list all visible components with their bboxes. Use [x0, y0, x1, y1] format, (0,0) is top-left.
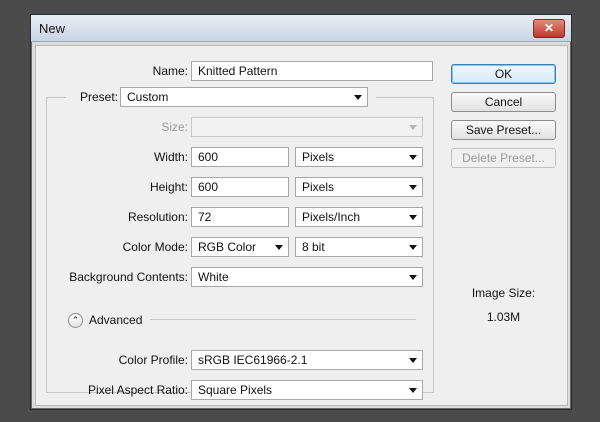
color-profile-select[interactable]: sRGB IEC61966-2.1 [191, 350, 423, 370]
chevron-down-icon [409, 388, 417, 393]
color-mode-select[interactable]: RGB Color [191, 237, 289, 257]
title-bar[interactable]: New ✕ [31, 15, 571, 42]
chevron-down-icon [409, 245, 417, 250]
height-label: Height: [149, 180, 188, 194]
background-contents-label: Background Contents: [69, 270, 188, 284]
background-contents-value: White [198, 270, 229, 284]
resolution-label: Resolution: [127, 210, 188, 224]
color-profile-value: sRGB IEC61966-2.1 [198, 353, 308, 367]
chevron-down-icon [409, 215, 417, 220]
advanced-label: Advanced [89, 313, 143, 327]
preset-group-border-right [433, 97, 434, 393]
ok-button[interactable]: OK [451, 64, 556, 84]
width-label: Width: [153, 150, 188, 164]
resolution-unit-value: Pixels/Inch [302, 210, 361, 224]
size-select [191, 117, 423, 137]
bit-depth-select[interactable]: 8 bit [295, 237, 423, 257]
preset-group-border-left [46, 97, 47, 393]
chevron-down-icon [354, 95, 362, 100]
dialog-body: Name: Knitted Pattern Preset: Custom Siz… [35, 45, 568, 406]
size-label: Size: [161, 120, 188, 134]
height-input[interactable]: 600 [191, 177, 289, 197]
pixel-aspect-ratio-label: Pixel Aspect Ratio: [87, 383, 188, 397]
chevron-down-icon [409, 125, 417, 130]
width-unit-value: Pixels [302, 150, 335, 164]
delete-preset-button: Delete Preset... [451, 148, 556, 168]
color-mode-value: RGB Color [198, 240, 257, 254]
resolution-input[interactable]: 72 [191, 207, 289, 227]
save-preset-button[interactable]: Save Preset... [451, 120, 556, 140]
advanced-separator [150, 319, 416, 320]
advanced-toggle-button[interactable]: ⌃ [68, 313, 83, 328]
close-button[interactable]: ✕ [533, 19, 565, 38]
close-icon: ✕ [543, 21, 555, 35]
background-contents-select[interactable]: White [191, 267, 423, 287]
image-size-label: Image Size: [471, 286, 536, 300]
name-label: Name: [152, 64, 188, 78]
height-unit-select[interactable]: Pixels [295, 177, 423, 197]
preset-label: Preset: [79, 90, 118, 104]
height-unit-value: Pixels [302, 180, 335, 194]
name-input[interactable]: Knitted Pattern [191, 61, 433, 81]
cancel-button[interactable]: Cancel [451, 92, 556, 112]
width-unit-select[interactable]: Pixels [295, 147, 423, 167]
preset-value: Custom [127, 90, 169, 104]
color-profile-label: Color Profile: [118, 353, 188, 367]
new-document-dialog: New ✕ Name: Knitted Pattern Preset: Cust… [30, 14, 572, 410]
chevron-down-icon [409, 275, 417, 280]
chevron-up-icon: ⌃ [71, 315, 80, 325]
bit-depth-value: 8 bit [302, 240, 325, 254]
chevron-down-icon [409, 155, 417, 160]
chevron-down-icon [409, 358, 417, 363]
preset-select[interactable]: Custom [120, 87, 368, 107]
dialog-title: New [39, 21, 66, 36]
color-mode-label: Color Mode: [122, 240, 188, 254]
preset-group-border-top-right [376, 97, 434, 98]
pixel-aspect-ratio-select[interactable]: Square Pixels [191, 380, 423, 400]
pixel-aspect-ratio-value: Square Pixels [198, 383, 273, 397]
image-size-value: 1.03M [486, 310, 521, 324]
width-input[interactable]: 600 [191, 147, 289, 167]
chevron-down-icon [275, 245, 283, 250]
resolution-unit-select[interactable]: Pixels/Inch [295, 207, 423, 227]
chevron-down-icon [409, 185, 417, 190]
